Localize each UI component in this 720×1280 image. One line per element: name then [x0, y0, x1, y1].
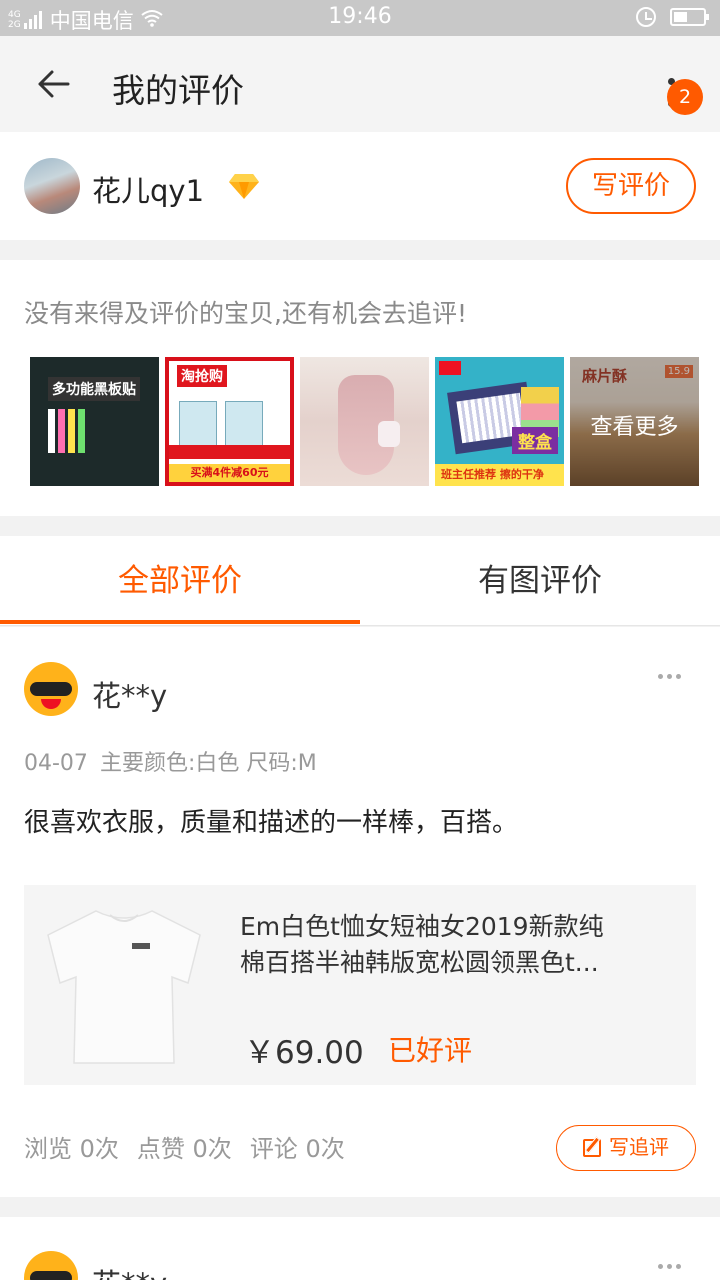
thumb-graphic — [68, 409, 75, 453]
pending-tip-text: 没有来得及评价的宝贝,还有机会去追评! — [24, 299, 467, 328]
thumb-graphic — [179, 401, 217, 449]
pending-thumbnail-list: 多功能黑板贴 淘抢购 买满4件减60元 整盒 班主任推荐 擦的干净 麻片酥 15… — [30, 357, 705, 486]
thumb-graphic — [78, 409, 85, 453]
reviewer-avatar[interactable] — [24, 662, 78, 716]
thumb-graphic — [169, 445, 290, 459]
pending-reviews-section: 没有来得及评价的宝贝,还有机会去追评! 多功能黑板贴 淘抢购 买满4件减60元 … — [0, 260, 720, 516]
product-name-line2: 棉百搭半袖韩版宽松圆领黑色t... — [240, 948, 599, 977]
product-name: Em白色t恤女短袖女2019新款纯 棉百搭半袖韩版宽松圆领黑色t... — [240, 909, 684, 981]
more-dot-icon — [658, 1264, 663, 1269]
review-card: 花**y — [0, 1217, 720, 1280]
notification-badge: 2 — [667, 79, 703, 115]
reviewer-name: 花**y — [92, 1261, 167, 1280]
avatar-mask-graphic — [30, 682, 72, 696]
avatar-mouth-graphic — [41, 699, 61, 709]
back-button[interactable] — [28, 60, 80, 108]
alarm-icon — [636, 7, 656, 27]
thumb-graphic — [225, 401, 263, 449]
page-title: 我的评价 — [112, 71, 244, 110]
review-status: 已好评 — [388, 1034, 473, 1067]
tshirt-image — [47, 910, 201, 1064]
battery-level — [674, 12, 687, 22]
thumb-graphic — [439, 361, 461, 375]
thumb-graphic — [378, 421, 400, 447]
edit-icon — [583, 1139, 601, 1157]
review-date: 04-07 — [24, 751, 88, 776]
more-dot-icon — [676, 674, 681, 679]
back-arrow-icon — [38, 70, 70, 98]
user-card: 花儿qy1 写评价 — [0, 132, 720, 240]
view-count: 浏览 0次 — [24, 1135, 119, 1163]
like-count: 点赞 0次 — [136, 1135, 232, 1163]
review-more-button[interactable] — [654, 1261, 684, 1273]
see-more-label: 查看更多 — [590, 415, 679, 440]
thumb-label: 多功能黑板贴 — [48, 377, 140, 401]
thumb-graphic — [48, 409, 55, 453]
status-bar: 4G 2G 中国电信 19:46 — [0, 0, 720, 36]
pending-product-thumb[interactable]: 多功能黑板贴 — [30, 357, 159, 486]
battery-icon — [670, 8, 709, 26]
thumb-graphic — [58, 409, 65, 453]
thumb-footer: 班主任推荐 擦的干净 — [435, 464, 564, 486]
comment-count: 评论 0次 — [249, 1135, 345, 1163]
review-stats: 浏览 0次 点赞 0次 评论 0次 — [24, 1129, 363, 1164]
more-dot-icon — [676, 1264, 681, 1269]
write-review-button[interactable]: 写评价 — [566, 158, 696, 214]
avatar-mask-graphic — [30, 1271, 72, 1280]
status-bar-right — [636, 7, 709, 27]
diamond-level-icon — [228, 172, 260, 200]
more-dot-icon — [667, 1264, 672, 1269]
status-clock: 19:46 — [328, 4, 392, 29]
more-dot-icon — [667, 674, 672, 679]
thumb-label: 整盒 — [512, 427, 558, 454]
review-card: 花**y 04-07 主要颜色:白色 尺码:M 很喜欢衣服，质量和描述的一样棒，百… — [0, 627, 720, 1197]
tab-all-reviews[interactable]: 全部评价 — [0, 536, 360, 626]
review-tabs: 全部评价 有图评价 — [0, 536, 720, 626]
write-follow-up-button[interactable]: 写追评 — [556, 1125, 696, 1171]
title-bar: 我的评价 2 — [0, 36, 720, 132]
product-name-line1: Em白色t恤女短袖女2019新款纯 — [240, 912, 604, 941]
review-spec: 主要颜色:白色 尺码:M — [99, 751, 317, 776]
review-text: 很喜欢衣服，质量和描述的一样棒，百搭。 — [24, 808, 519, 838]
reviewer-avatar[interactable] — [24, 1251, 78, 1280]
pending-product-thumb[interactable]: 淘抢购 买满4件减60元 — [165, 357, 294, 486]
user-name: 花儿qy1 — [92, 174, 205, 208]
pending-product-thumb[interactable] — [300, 357, 429, 486]
product-image — [24, 885, 224, 1085]
tab-photo-reviews[interactable]: 有图评价 — [360, 536, 720, 626]
review-more-button[interactable] — [654, 671, 684, 683]
product-price: ￥69.00 — [244, 1035, 364, 1071]
product-card[interactable]: Em白色t恤女短袖女2019新款纯 棉百搭半袖韩版宽松圆领黑色t... ￥69.… — [24, 885, 696, 1085]
more-dot-icon — [658, 674, 663, 679]
active-tab-indicator — [0, 620, 360, 624]
review-meta: 04-07 主要颜色:白色 尺码:M — [24, 745, 329, 777]
follow-up-label: 写追评 — [609, 1135, 669, 1159]
pending-product-thumb[interactable]: 整盒 班主任推荐 擦的干净 — [435, 357, 564, 486]
thumb-label: 淘抢购 — [177, 365, 227, 387]
thumb-footer: 买满4件减60元 — [169, 464, 290, 482]
user-avatar[interactable] — [24, 158, 80, 214]
reviewer-name: 花**y — [92, 679, 168, 713]
see-more-thumb[interactable]: 麻片酥 15.9 查看更多 — [570, 357, 699, 486]
